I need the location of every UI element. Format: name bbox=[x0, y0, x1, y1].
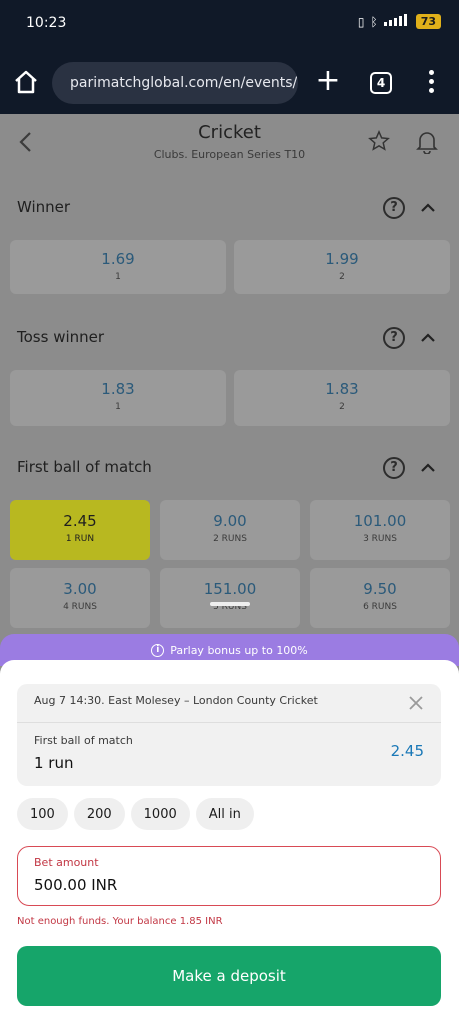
help-icon[interactable]: ? bbox=[383, 197, 405, 219]
make-deposit-button[interactable]: Make a deposit bbox=[17, 946, 441, 1006]
odd-value: 1.83 bbox=[101, 380, 135, 398]
odd-label: 4 RUNS bbox=[63, 602, 97, 612]
bet-odds: 2.45 bbox=[390, 742, 424, 760]
odd-label: 2 bbox=[339, 402, 345, 412]
quick-amounts: 100 200 1000 All in bbox=[17, 798, 254, 830]
odd-value: 151.00 bbox=[203, 580, 257, 598]
market-toss-winner: Toss winner ? 1.83 1 1.83 2 bbox=[0, 306, 459, 436]
quick-amount-100-button[interactable]: 100 bbox=[17, 798, 68, 830]
odd-value: 1.99 bbox=[325, 250, 359, 268]
home-button[interactable] bbox=[12, 68, 40, 96]
odd-label: 1 RUN bbox=[65, 534, 95, 544]
status-bar: 10:23 ▯ ᛒ 73 bbox=[0, 0, 459, 50]
battery-icon: 73 bbox=[415, 14, 441, 29]
browser-toolbar: parimatchglobal.com/en/events/ec + 4 bbox=[0, 50, 459, 114]
more-menu-icon[interactable] bbox=[424, 70, 438, 96]
odd-button[interactable]: 101.00 3 RUNS bbox=[310, 500, 450, 560]
bluetooth-icon: ᛒ bbox=[370, 14, 378, 29]
divider bbox=[17, 722, 441, 723]
close-icon[interactable] bbox=[407, 694, 425, 712]
tab-switcher-button[interactable]: 4 bbox=[370, 72, 392, 94]
odd-button[interactable]: 9.00 2 RUNS bbox=[160, 500, 300, 560]
status-time: 10:23 bbox=[26, 15, 67, 31]
quick-amount-200-button[interactable]: 200 bbox=[73, 798, 125, 830]
odd-label: 2 RUNS bbox=[213, 534, 247, 544]
odd-button[interactable]: 1.83 1 bbox=[10, 370, 226, 426]
info-icon: i bbox=[151, 643, 165, 657]
quick-amount-1000-button[interactable]: 1000 bbox=[130, 798, 190, 830]
page-title: Cricket bbox=[198, 122, 261, 143]
bet-slip-sheet: Aug 7 14:30. East Molesey – London Count… bbox=[0, 660, 459, 1024]
market-title: First ball of match bbox=[17, 458, 152, 476]
favorite-star-icon[interactable] bbox=[368, 130, 390, 158]
chevron-up-icon[interactable] bbox=[420, 460, 436, 476]
bet-amount-value[interactable]: 500.00 INR bbox=[34, 876, 117, 894]
notification-bell-icon[interactable] bbox=[416, 130, 438, 155]
odd-label: 2 bbox=[339, 272, 345, 282]
page-header: Cricket Clubs. European Series T10 bbox=[0, 114, 459, 176]
odd-label: 1 bbox=[115, 272, 121, 282]
bet-event: Aug 7 14:30. East Molesey – London Count… bbox=[34, 694, 318, 707]
odd-button[interactable]: 3.00 4 RUNS bbox=[10, 568, 150, 628]
bet-market: First ball of match bbox=[34, 734, 133, 747]
vibrate-icon: ▯ bbox=[357, 14, 365, 29]
home-icon bbox=[15, 70, 37, 94]
odd-value: 9.50 bbox=[363, 580, 397, 598]
odd-label: 1 bbox=[115, 402, 121, 412]
new-tab-button[interactable]: + bbox=[314, 66, 342, 98]
help-icon[interactable]: ? bbox=[383, 457, 405, 479]
odd-label: 6 RUNS bbox=[363, 602, 397, 612]
event-page: Cricket Clubs. European Series T10 Winne… bbox=[0, 114, 459, 654]
odd-button[interactable]: 151.00 5 RUNS bbox=[160, 568, 300, 628]
bet-selection: 1 run bbox=[34, 754, 74, 772]
page-subtitle: Clubs. European Series T10 bbox=[153, 148, 306, 161]
odd-value: 3.00 bbox=[63, 580, 97, 598]
odd-button[interactable]: 1.99 2 bbox=[234, 240, 450, 294]
odd-value: 1.83 bbox=[325, 380, 359, 398]
market-first-ball: First ball of match ? 2.45 1 RUN 9.00 2 … bbox=[0, 436, 459, 654]
odd-value: 101.00 bbox=[353, 512, 407, 530]
odd-button-selected[interactable]: 2.45 1 RUN bbox=[10, 500, 150, 560]
url-text[interactable]: parimatchglobal.com/en/events/ec bbox=[70, 75, 298, 91]
bet-card: Aug 7 14:30. East Molesey – London Count… bbox=[17, 684, 441, 786]
bet-amount-input[interactable]: Bet amount 500.00 INR bbox=[17, 846, 441, 906]
all-in-button[interactable]: All in bbox=[195, 798, 254, 830]
odd-value: 9.00 bbox=[213, 512, 247, 530]
odd-button[interactable]: 1.69 1 bbox=[10, 240, 226, 294]
market-title: Winner bbox=[17, 198, 71, 216]
help-icon[interactable]: ? bbox=[383, 327, 405, 349]
chevron-up-icon[interactable] bbox=[420, 330, 436, 346]
signal-icon bbox=[383, 14, 410, 29]
market-title: Toss winner bbox=[17, 328, 105, 346]
parlay-text: Parlay bonus up to 100% bbox=[170, 643, 308, 657]
odd-label: 3 RUNS bbox=[363, 534, 397, 544]
chevron-up-icon[interactable] bbox=[420, 200, 436, 216]
odd-button[interactable]: 1.83 2 bbox=[234, 370, 450, 426]
odd-value: 1.69 bbox=[101, 250, 135, 268]
odd-value: 2.45 bbox=[63, 512, 97, 530]
sheet-drag-handle[interactable] bbox=[210, 602, 250, 606]
error-message: Not enough funds. Your balance 1.85 INR bbox=[17, 916, 223, 927]
address-bar[interactable]: parimatchglobal.com/en/events/ec bbox=[52, 62, 298, 104]
market-winner: Winner ? 1.69 1 1.99 2 bbox=[0, 176, 459, 306]
bet-amount-label: Bet amount bbox=[34, 856, 99, 869]
odd-button[interactable]: 9.50 6 RUNS bbox=[310, 568, 450, 628]
status-icons: ▯ ᛒ 73 bbox=[358, 14, 441, 29]
